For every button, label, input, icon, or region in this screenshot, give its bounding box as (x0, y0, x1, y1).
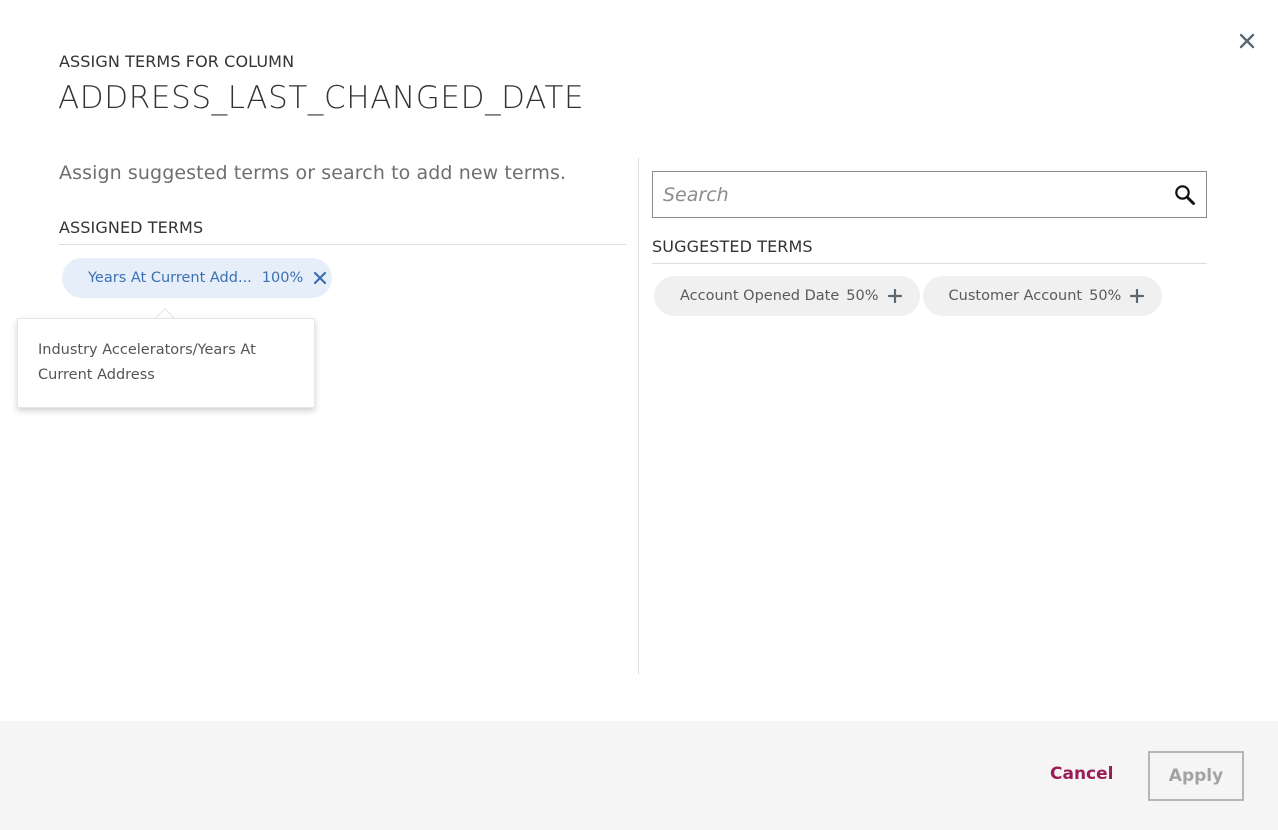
dialog-title: ADDRESS_LAST_CHANGED_DATE (58, 80, 585, 116)
close-icon[interactable] (312, 270, 328, 286)
suggested-term-label: Customer Account (948, 288, 1083, 304)
dialog-eyebrow: ASSIGN TERMS FOR COLUMN (59, 52, 295, 71)
suggested-term-label: Account Opened Date (680, 288, 840, 304)
assigned-terms-heading: ASSIGNED TERMS (59, 218, 204, 237)
dialog-footer: Cancel Apply (0, 721, 1278, 830)
suggested-terms-panel: SUGGESTED TERMS Account Opened Date 50% … (652, 158, 1207, 678)
assign-terms-dialog: ASSIGN TERMS FOR COLUMN ADDRESS_LAST_CHA… (0, 0, 1278, 830)
cancel-button[interactable]: Cancel (1036, 759, 1127, 789)
search-icon[interactable] (1174, 184, 1196, 206)
assigned-term-chip[interactable]: Years At Current Add... 100% (62, 258, 332, 298)
section-divider (652, 263, 1207, 264)
suggested-term-confidence: 50% (846, 288, 879, 304)
section-divider (59, 244, 626, 245)
suggested-term-chip[interactable]: Account Opened Date 50% (654, 276, 920, 316)
suggested-term-chip[interactable]: Customer Account 50% (922, 276, 1163, 316)
panel-divider (638, 158, 639, 674)
suggested-term-confidence: 50% (1089, 288, 1122, 304)
instructions-text: Assign suggested terms or search to add … (59, 162, 567, 184)
assigned-term-confidence: 100% (261, 270, 304, 286)
tooltip-text: Industry Accelerators/Years At Current A… (38, 342, 256, 383)
suggested-terms-list: Account Opened Date 50% Customer Account… (654, 276, 1163, 316)
apply-button[interactable]: Apply (1148, 751, 1244, 801)
suggested-terms-heading: SUGGESTED TERMS (652, 237, 813, 256)
assigned-term-tooltip: Industry Accelerators/Years At Current A… (17, 318, 315, 408)
close-icon[interactable] (1236, 30, 1258, 52)
plus-icon[interactable] (887, 289, 902, 303)
search-box (652, 171, 1207, 218)
search-input[interactable] (653, 172, 1163, 217)
assigned-terms-panel: Assign suggested terms or search to add … (59, 158, 627, 678)
assigned-term-label: Years At Current Add... (88, 270, 252, 286)
plus-icon[interactable] (1130, 289, 1145, 303)
